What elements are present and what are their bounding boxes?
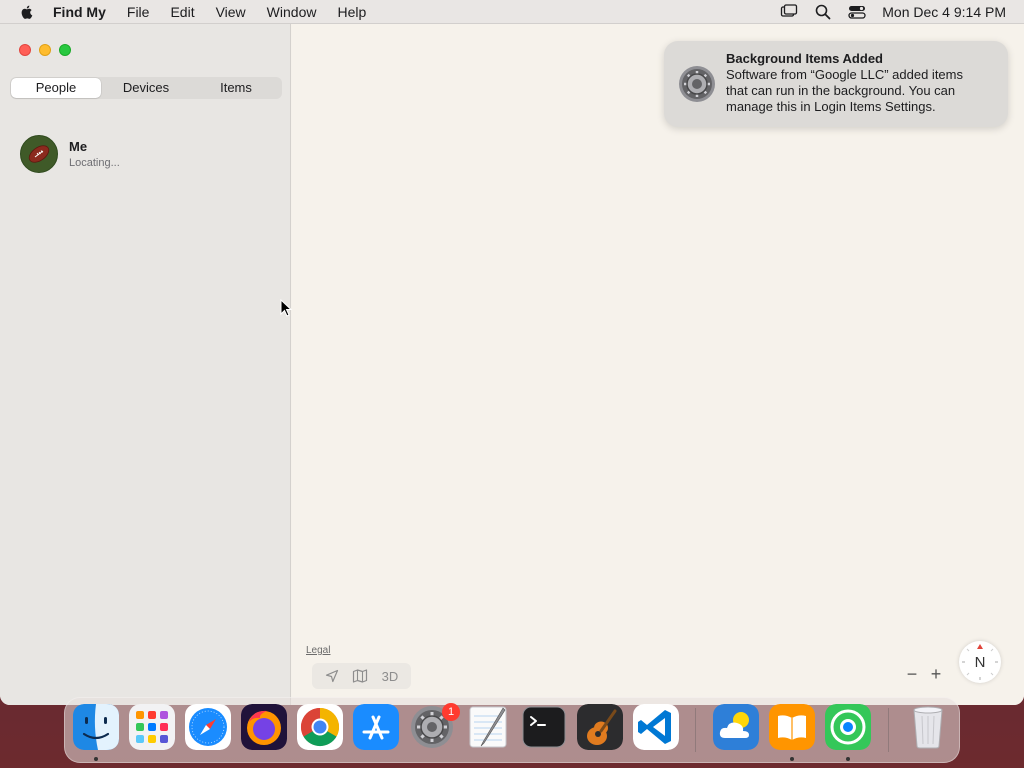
menu-app-name[interactable]: Find My <box>53 4 106 20</box>
location-arrow-icon[interactable] <box>325 669 339 683</box>
textedit-icon[interactable] <box>465 704 511 750</box>
zoom-out-button[interactable]: − <box>900 664 924 685</box>
notification-title: Background Items Added <box>726 51 883 66</box>
vscode-icon[interactable] <box>633 704 679 750</box>
map-controls: 3D <box>312 663 411 689</box>
zoom-controls: − + <box>900 664 948 685</box>
notification-text: Background Items Added Software from “Go… <box>726 51 988 127</box>
dock: 1 <box>64 697 960 763</box>
screen-mirroring-icon[interactable] <box>780 3 798 21</box>
firefox-icon[interactable] <box>241 704 287 750</box>
control-center-icon[interactable] <box>848 3 866 21</box>
person-text: Me Locating... <box>69 139 120 169</box>
mouse-pointer-icon <box>280 299 292 317</box>
app-store-icon[interactable] <box>353 704 399 750</box>
apple-logo-icon[interactable] <box>19 4 35 20</box>
maximize-button[interactable] <box>59 44 71 56</box>
spotlight-search-icon[interactable] <box>814 3 832 21</box>
legal-link[interactable]: Legal <box>306 645 330 656</box>
menu-file[interactable]: File <box>127 4 150 20</box>
notification-body: Software from “Google LLC” added items t… <box>726 67 963 114</box>
weather-icon[interactable] <box>713 704 759 750</box>
books-icon[interactable] <box>769 704 815 750</box>
sidebar-tabs: People Devices Items <box>10 77 282 99</box>
system-settings-icon <box>679 66 715 102</box>
dock-separator-trash <box>888 708 889 752</box>
close-button[interactable] <box>19 44 31 56</box>
football-icon <box>28 145 50 163</box>
finder-running-indicator <box>94 757 98 761</box>
person-list-item[interactable]: Me Locating... <box>20 135 120 173</box>
launchpad-icon[interactable] <box>129 704 175 750</box>
tab-people[interactable]: People <box>11 78 101 98</box>
map-mode-icon[interactable] <box>352 669 368 683</box>
garageband-icon[interactable] <box>577 704 623 750</box>
safari-icon[interactable] <box>185 704 231 750</box>
finder-icon[interactable] <box>73 704 119 750</box>
terminal-icon[interactable] <box>521 704 567 750</box>
background-items-notification[interactable]: Background Items Added Software from “Go… <box>664 41 1008 127</box>
person-name: Me <box>69 139 88 154</box>
dock-separator <box>695 708 696 752</box>
view-3d-button[interactable]: 3D <box>382 669 399 684</box>
find-my-running-indicator <box>846 757 850 761</box>
menu-view[interactable]: View <box>216 4 246 20</box>
compass[interactable]: N <box>959 641 1001 683</box>
person-status: Locating... <box>69 157 120 169</box>
menu-bar: Find My File Edit View Window Help Mon D… <box>0 0 1024 24</box>
sidebar: People Devices Items Me Locating... <box>0 24 292 705</box>
avatar <box>20 135 58 173</box>
books-running-indicator <box>790 757 794 761</box>
trash-icon[interactable] <box>905 704 951 750</box>
chrome-icon[interactable] <box>297 704 343 750</box>
tab-devices[interactable]: Devices <box>101 78 191 98</box>
menu-edit[interactable]: Edit <box>170 4 194 20</box>
menubar-clock[interactable]: Mon Dec 4 9:14 PM <box>882 4 1006 20</box>
minimize-button[interactable] <box>39 44 51 56</box>
menu-window[interactable]: Window <box>267 4 317 20</box>
compass-ticks-icon <box>962 644 998 680</box>
find-my-icon[interactable] <box>825 704 871 750</box>
zoom-in-button[interactable]: + <box>924 664 948 685</box>
menu-help[interactable]: Help <box>337 4 366 20</box>
settings-notification-badge: 1 <box>442 703 460 721</box>
tab-items[interactable]: Items <box>191 78 281 98</box>
window-controls <box>19 44 79 56</box>
menubar-status-area: Mon Dec 4 9:14 PM <box>780 0 1006 24</box>
